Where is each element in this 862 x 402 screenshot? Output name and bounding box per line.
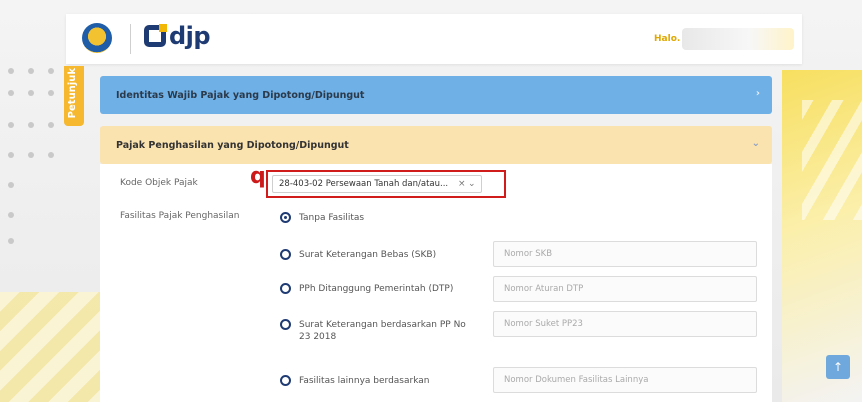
chevron-down-icon: ⌄: [751, 138, 760, 149]
pph-form: Kode Objek Pajak q 28-403-02 Persewaan T…: [100, 164, 772, 402]
main-content: Identitas Wajib Pajak yang Dipotong/Dipu…: [100, 74, 772, 402]
panel-identitas-title: Identitas Wajib Pajak yang Dipotong/Dipu…: [116, 89, 365, 101]
option-label: Surat Keterangan Bebas (SKB): [299, 250, 437, 260]
radio-tanpa-fasilitas[interactable]: [280, 212, 291, 223]
chevron-right-icon: ›: [755, 88, 760, 99]
option-label: Tanpa Fasilitas: [299, 213, 365, 223]
djp-logo-icon: [144, 24, 167, 47]
logo-divider: [130, 24, 131, 54]
chevron-down-icon[interactable]: ⌄: [468, 179, 476, 189]
kemenkeu-emblem-icon: [82, 23, 112, 53]
petunjuk-side-tab[interactable]: Petunjuk: [64, 66, 84, 126]
djp-logo-text: djp: [169, 22, 211, 50]
nomor-dokumen-fasilitas-input[interactable]: Nomor Dokumen Fasilitas Lainnya: [493, 367, 757, 393]
clear-icon[interactable]: ×: [458, 179, 466, 189]
scroll-to-top-button[interactable]: ↑: [826, 355, 850, 379]
nomor-suket-pp23-input[interactable]: Nomor Suket PP23: [493, 311, 757, 337]
input-placeholder: Nomor Suket PP23: [504, 319, 583, 329]
kode-objek-select[interactable]: 28-403-02 Persewaan Tanah dan/atau...: [272, 175, 482, 193]
radio-dtp[interactable]: [280, 283, 291, 294]
top-navbar: djp Halo.: [66, 14, 802, 64]
user-name-badge[interactable]: [682, 28, 794, 50]
input-placeholder: Nomor Dokumen Fasilitas Lainnya: [504, 375, 649, 385]
djp-logo[interactable]: djp: [144, 22, 211, 50]
panel-pph-header[interactable]: Pajak Penghasilan yang Dipotong/Dipungut…: [100, 126, 772, 164]
annotation-marker: q: [250, 164, 266, 189]
arrow-up-icon: ↑: [832, 360, 844, 374]
decorative-stripes-right-overlay: [802, 100, 862, 220]
greeting-text: Halo.: [654, 34, 681, 44]
panel-pph-title: Pajak Penghasilan yang Dipotong/Dipungut: [116, 139, 349, 151]
input-placeholder: Nomor SKB: [504, 249, 553, 259]
fasilitas-label: Fasilitas Pajak Penghasilan: [120, 211, 240, 221]
radio-pp23[interactable]: [280, 319, 291, 330]
nomor-dtp-input[interactable]: Nomor Aturan DTP: [493, 276, 757, 302]
nomor-skb-input[interactable]: Nomor SKB: [493, 241, 757, 267]
option-label: PPh Ditanggung Pemerintah (DTP): [299, 284, 454, 294]
input-placeholder: Nomor Aturan DTP: [504, 284, 584, 294]
panel-identitas-header[interactable]: Identitas Wajib Pajak yang Dipotong/Dipu…: [100, 76, 772, 114]
kode-objek-selected-value: 28-403-02 Persewaan Tanah dan/atau...: [279, 179, 449, 189]
radio-skb[interactable]: [280, 249, 291, 260]
option-label: Fasilitas lainnya berdasarkan: [299, 376, 430, 386]
kode-objek-highlight: 28-403-02 Persewaan Tanah dan/atau... × …: [266, 170, 506, 198]
decorative-stripes-left: [0, 292, 100, 402]
option-label: Surat Keterangan berdasarkan PP No 23 20…: [299, 320, 466, 342]
petunjuk-label: Petunjuk: [67, 68, 78, 119]
radio-fasilitas-lainnya[interactable]: [280, 375, 291, 386]
kode-objek-label: Kode Objek Pajak: [120, 178, 198, 188]
